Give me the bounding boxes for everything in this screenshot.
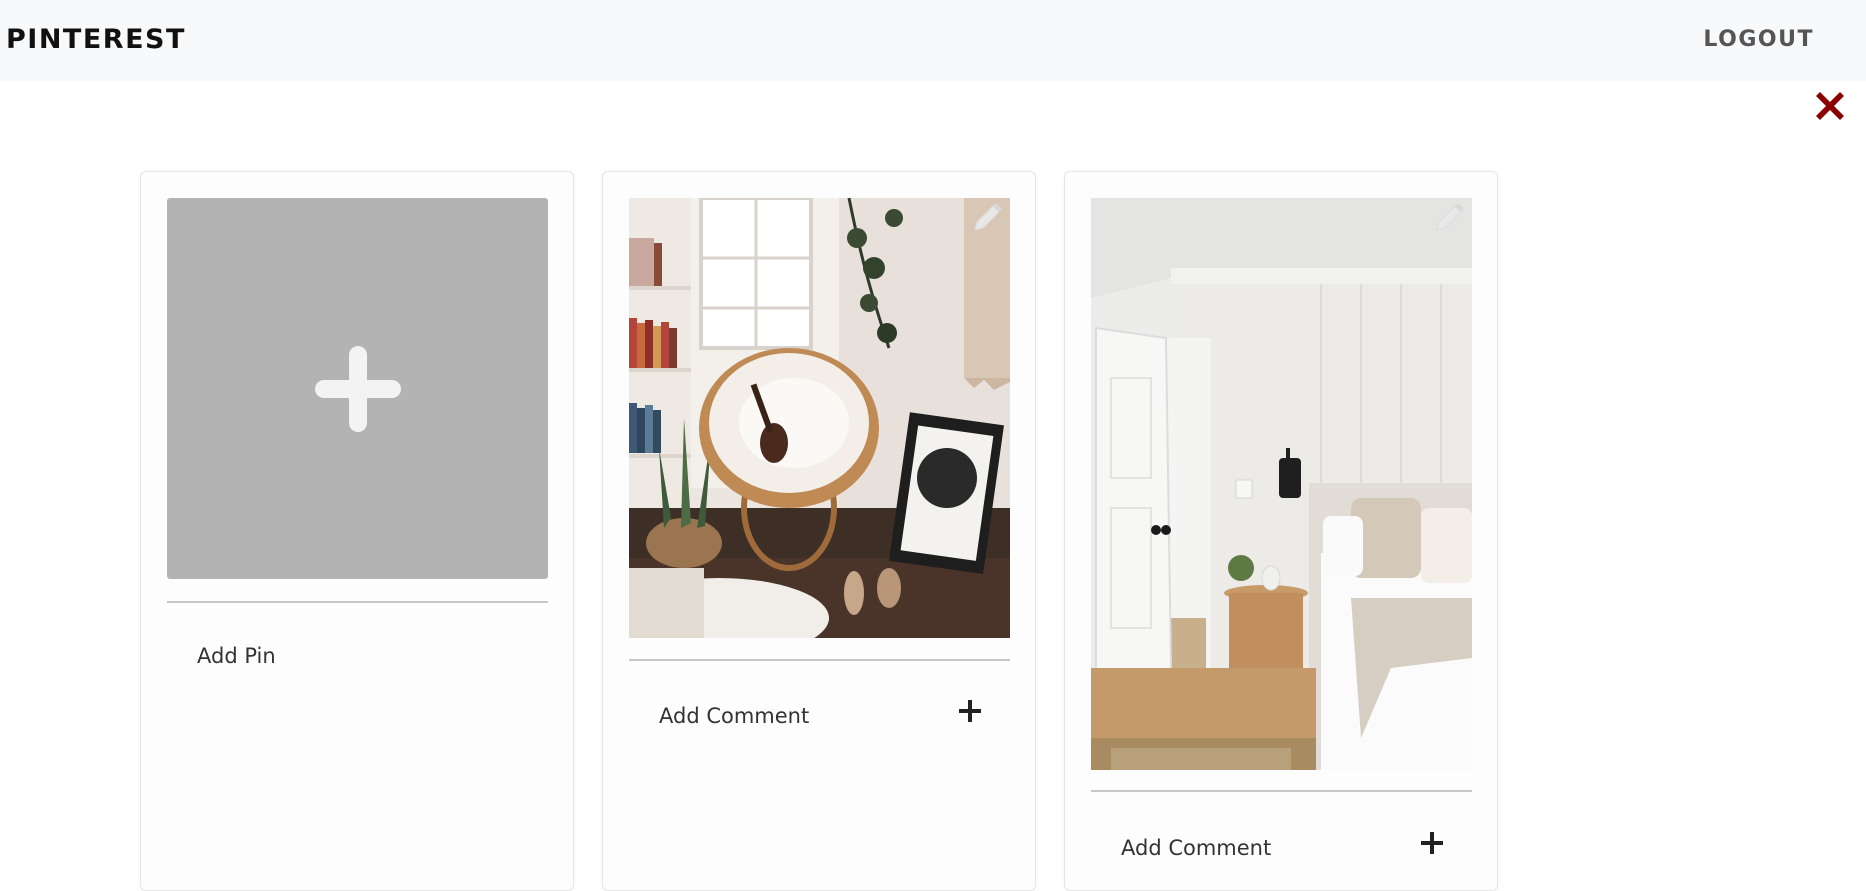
add-comment-button[interactable] [958,699,982,728]
navbar: PINTEREST LOGOUT [0,0,1866,81]
add-pin-card: Add Pin [140,171,574,891]
add-comment-label: Add Comment [659,704,810,728]
add-pin-button[interactable] [167,198,548,579]
pin-card: Add Comment [602,171,1036,891]
add-pin-label: Add Pin [197,644,276,668]
pencil-icon[interactable] [1431,200,1467,241]
divider [629,659,1010,661]
plus-icon [1421,832,1443,854]
pin-image-reading-nook[interactable] [629,198,1010,638]
brand-logo[interactable]: PINTEREST [6,24,186,55]
plus-icon [315,346,401,432]
pencil-icon[interactable] [969,200,1005,241]
add-comment-button[interactable] [1420,831,1444,860]
divider [167,601,548,603]
plus-icon [959,700,981,722]
add-comment-label: Add Comment [1121,836,1272,860]
logout-link[interactable]: LOGOUT [1703,27,1814,52]
close-icon[interactable] [1810,86,1850,126]
divider [1091,790,1472,792]
pin-card: Add Comment [1064,171,1498,891]
pin-image-bedroom[interactable] [1091,198,1472,770]
